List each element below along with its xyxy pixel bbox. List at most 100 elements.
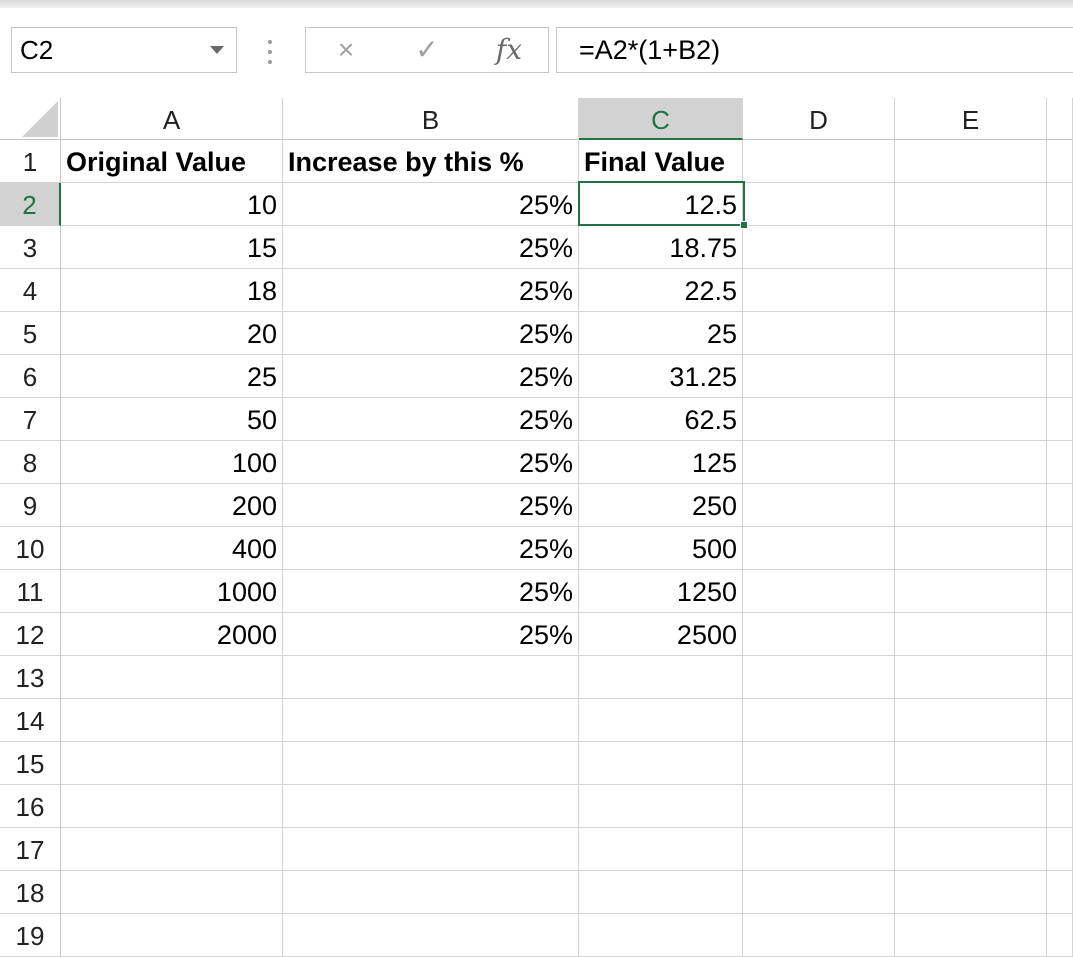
cell-d9[interactable] <box>743 484 895 527</box>
row-header-11[interactable]: 11 <box>0 570 61 613</box>
cell-c13[interactable] <box>579 656 743 699</box>
cell-e6[interactable] <box>895 355 1047 398</box>
cell-e18[interactable] <box>895 871 1047 914</box>
fill-handle[interactable] <box>740 221 748 229</box>
cell-f8[interactable] <box>1047 441 1073 484</box>
cell-f10[interactable] <box>1047 527 1073 570</box>
cell-a13[interactable] <box>61 656 283 699</box>
cell-f11[interactable] <box>1047 570 1073 613</box>
formula-input[interactable]: =A2*(1+B2) <box>556 27 1073 73</box>
cell-d13[interactable] <box>743 656 895 699</box>
cell-d12[interactable] <box>743 613 895 656</box>
cell-f12[interactable] <box>1047 613 1073 656</box>
column-header-a[interactable]: A <box>61 98 283 140</box>
cell-e13[interactable] <box>895 656 1047 699</box>
cell-d17[interactable] <box>743 828 895 871</box>
cell-d16[interactable] <box>743 785 895 828</box>
cell-e15[interactable] <box>895 742 1047 785</box>
row-header-3[interactable]: 3 <box>0 226 61 269</box>
cell-b11[interactable]: 25% <box>283 570 579 613</box>
enter-icon[interactable]: ✓ <box>402 28 452 72</box>
cell-e16[interactable] <box>895 785 1047 828</box>
cell-b7[interactable]: 25% <box>283 398 579 441</box>
cell-c18[interactable] <box>579 871 743 914</box>
cell-f2[interactable] <box>1047 183 1073 226</box>
cell-d19[interactable] <box>743 914 895 957</box>
row-header-1[interactable]: 1 <box>0 140 61 183</box>
cell-f15[interactable] <box>1047 742 1073 785</box>
cell-b6[interactable]: 25% <box>283 355 579 398</box>
cell-e1[interactable] <box>895 140 1047 183</box>
cell-d10[interactable] <box>743 527 895 570</box>
cell-e17[interactable] <box>895 828 1047 871</box>
cell-e7[interactable] <box>895 398 1047 441</box>
cell-d3[interactable] <box>743 226 895 269</box>
cell-b19[interactable] <box>283 914 579 957</box>
name-box[interactable]: C2 <box>11 27 237 73</box>
cell-c1[interactable]: Final Value <box>579 140 743 183</box>
cell-f16[interactable] <box>1047 785 1073 828</box>
cell-c9[interactable]: 250 <box>579 484 743 527</box>
cell-c8[interactable]: 125 <box>579 441 743 484</box>
cell-a17[interactable] <box>61 828 283 871</box>
cell-e14[interactable] <box>895 699 1047 742</box>
cell-f6[interactable] <box>1047 355 1073 398</box>
cell-c7[interactable]: 62.5 <box>579 398 743 441</box>
cell-a6[interactable]: 25 <box>61 355 283 398</box>
cell-a12[interactable]: 2000 <box>61 613 283 656</box>
cell-e3[interactable] <box>895 226 1047 269</box>
cell-b1[interactable]: Increase by this % <box>283 140 579 183</box>
cell-a15[interactable] <box>61 742 283 785</box>
cell-d4[interactable] <box>743 269 895 312</box>
cell-f3[interactable] <box>1047 226 1073 269</box>
row-header-7[interactable]: 7 <box>0 398 61 441</box>
cell-a5[interactable]: 20 <box>61 312 283 355</box>
cell-b14[interactable] <box>283 699 579 742</box>
cell-c3[interactable]: 18.75 <box>579 226 743 269</box>
row-header-16[interactable]: 16 <box>0 785 61 828</box>
cell-b8[interactable]: 25% <box>283 441 579 484</box>
cell-b4[interactable]: 25% <box>283 269 579 312</box>
cell-a4[interactable]: 18 <box>61 269 283 312</box>
cell-f9[interactable] <box>1047 484 1073 527</box>
cell-d6[interactable] <box>743 355 895 398</box>
row-header-5[interactable]: 5 <box>0 312 61 355</box>
cell-a2[interactable]: 10 <box>61 183 283 226</box>
cell-a3[interactable]: 15 <box>61 226 283 269</box>
column-header-c[interactable]: C <box>579 98 743 140</box>
cell-d14[interactable] <box>743 699 895 742</box>
cell-c16[interactable] <box>579 785 743 828</box>
cell-d15[interactable] <box>743 742 895 785</box>
cell-d1[interactable] <box>743 140 895 183</box>
cell-f18[interactable] <box>1047 871 1073 914</box>
cell-a1[interactable]: Original Value <box>61 140 283 183</box>
cell-b5[interactable]: 25% <box>283 312 579 355</box>
cell-f13[interactable] <box>1047 656 1073 699</box>
column-header-partial[interactable] <box>1047 98 1073 140</box>
cancel-icon[interactable]: × <box>321 28 371 72</box>
cell-a11[interactable]: 1000 <box>61 570 283 613</box>
cell-a19[interactable] <box>61 914 283 957</box>
cell-a18[interactable] <box>61 871 283 914</box>
row-header-15[interactable]: 15 <box>0 742 61 785</box>
cell-b2[interactable]: 25% <box>283 183 579 226</box>
cell-d7[interactable] <box>743 398 895 441</box>
row-header-14[interactable]: 14 <box>0 699 61 742</box>
cell-a9[interactable]: 200 <box>61 484 283 527</box>
cell-b3[interactable]: 25% <box>283 226 579 269</box>
column-header-e[interactable]: E <box>895 98 1047 140</box>
chevron-down-icon[interactable] <box>210 46 224 54</box>
cell-a8[interactable]: 100 <box>61 441 283 484</box>
row-header-4[interactable]: 4 <box>0 269 61 312</box>
cell-f7[interactable] <box>1047 398 1073 441</box>
cell-f4[interactable] <box>1047 269 1073 312</box>
cell-d8[interactable] <box>743 441 895 484</box>
row-header-18[interactable]: 18 <box>0 871 61 914</box>
cell-e4[interactable] <box>895 269 1047 312</box>
cell-c6[interactable]: 31.25 <box>579 355 743 398</box>
cell-d11[interactable] <box>743 570 895 613</box>
cell-b16[interactable] <box>283 785 579 828</box>
cell-a7[interactable]: 50 <box>61 398 283 441</box>
row-header-10[interactable]: 10 <box>0 527 61 570</box>
cell-d5[interactable] <box>743 312 895 355</box>
